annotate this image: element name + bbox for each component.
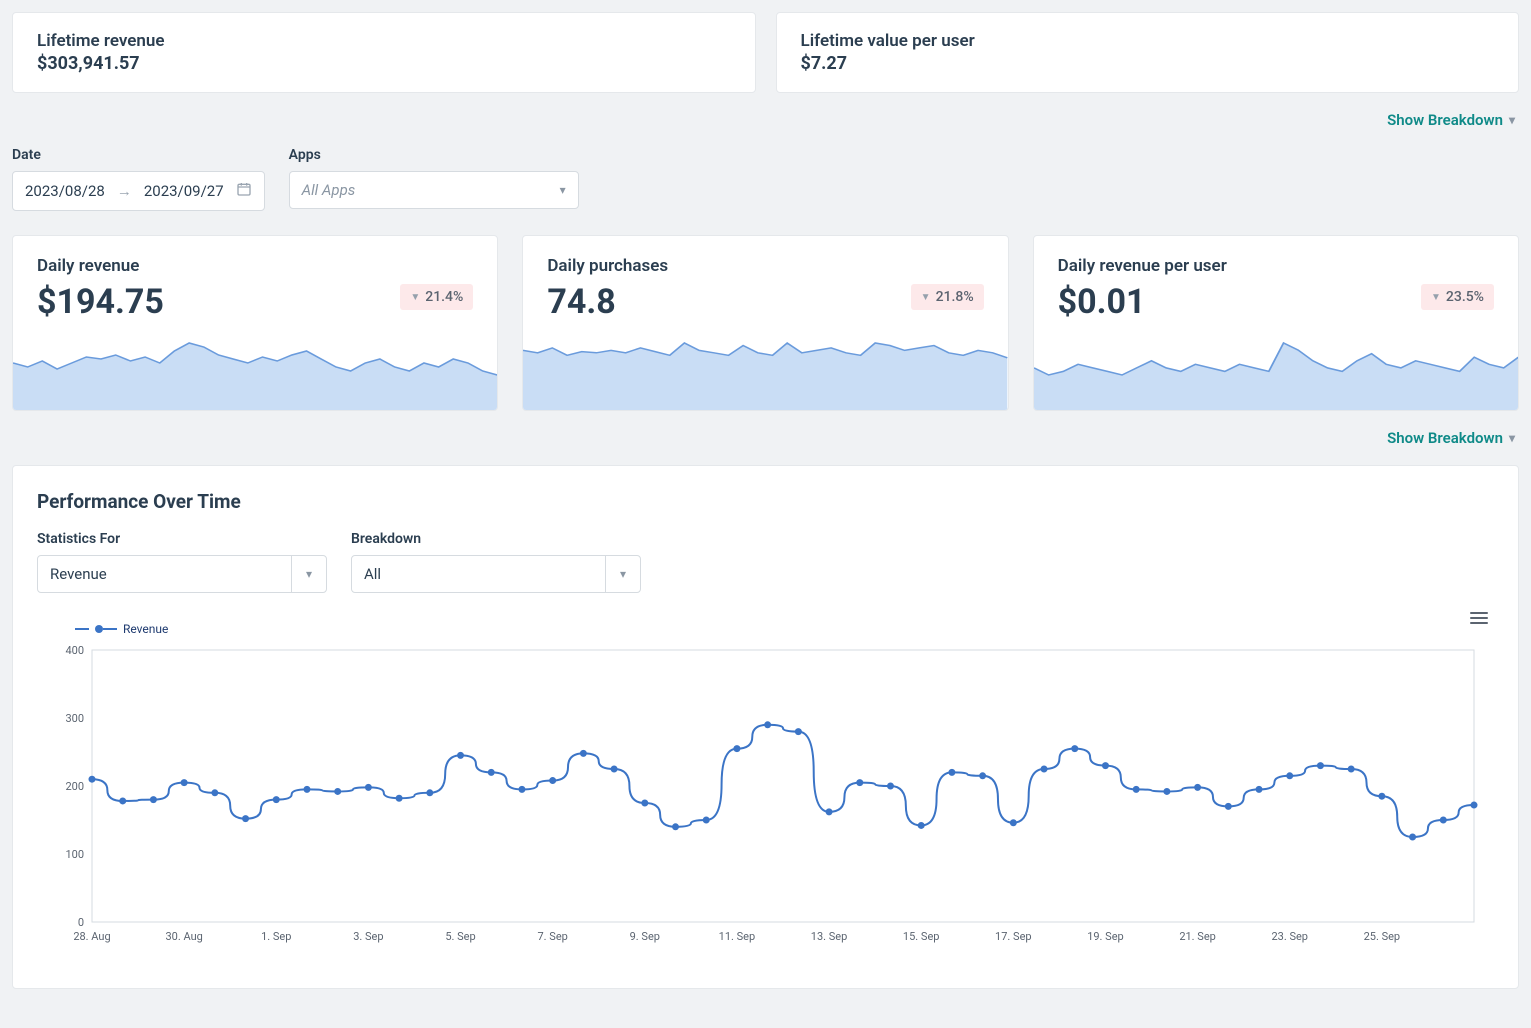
daily-purchases-value: 74.8 (547, 282, 668, 322)
daily-revenue-delta: ▼ 21.4% (400, 284, 473, 310)
daily-revenue-delta-value: 21.4% (425, 289, 463, 305)
date-end: 2023/09/27 (144, 182, 224, 200)
svg-text:17. Sep: 17. Sep (995, 930, 1032, 943)
apps-value: All Apps (302, 181, 356, 199)
svg-text:7. Sep: 7. Sep (537, 930, 567, 943)
daily-rpu-label: Daily revenue per user (1058, 256, 1227, 276)
date-start: 2023/08/28 (25, 182, 105, 200)
lvpu-value: $7.27 (801, 53, 1495, 74)
daily-purchases-sparkline (523, 340, 1007, 410)
daily-revenue-card: Daily revenue $194.75 ▼ 21.4% (12, 235, 498, 411)
daily-revenue-sparkline (13, 340, 497, 410)
chart-menu-button[interactable] (1470, 609, 1488, 627)
lifetime-revenue-card: Lifetime revenue $303,941.57 (12, 12, 756, 93)
lifetime-value-per-user-card: Lifetime value per user $7.27 (776, 12, 1520, 93)
lifetime-revenue-label: Lifetime revenue (37, 31, 731, 51)
breakdown-filter: Breakdown All ▾ (351, 531, 641, 593)
daily-rpu-value: $0.01 (1058, 282, 1227, 322)
triangle-down-icon: ▼ (1431, 292, 1441, 303)
triangle-down-icon: ▼ (410, 292, 420, 303)
breakdown-select[interactable]: All ▾ (351, 555, 641, 593)
daily-revenue-label: Daily revenue (37, 256, 164, 276)
svg-text:300: 300 (65, 712, 84, 725)
performance-chart: 0 100 200 300 400 28. Aug 30. Aug 1. Sep 3. Sep 5… (37, 640, 1494, 960)
apps-filter: Apps All Apps ▾ (289, 147, 579, 211)
svg-text:1. Sep: 1. Sep (261, 930, 291, 943)
statistics-for-select[interactable]: Revenue ▾ (37, 555, 327, 593)
chevron-down-icon: ▾ (606, 567, 640, 581)
legend-label: Revenue (123, 622, 168, 636)
daily-purchases-delta: ▼ 21.8% (911, 284, 984, 310)
daily-rpu-card: Daily revenue per user $0.01 ▼ 23.5% (1033, 235, 1519, 411)
show-breakdown-label-2: Show Breakdown (1387, 429, 1503, 447)
date-range-input[interactable]: 2023/08/28 → 2023/09/27 (12, 171, 265, 211)
statistics-for-label: Statistics For (37, 531, 327, 547)
svg-text:100: 100 (65, 848, 84, 861)
svg-text:11. Sep: 11. Sep (719, 930, 756, 943)
daily-revenue-value: $194.75 (37, 282, 164, 322)
svg-text:200: 200 (65, 780, 84, 793)
svg-text:9. Sep: 9. Sep (630, 930, 660, 943)
lvpu-label: Lifetime value per user (801, 31, 1495, 51)
show-breakdown-link[interactable]: Show Breakdown ▾ (1387, 111, 1515, 129)
svg-text:21. Sep: 21. Sep (1179, 930, 1216, 943)
svg-text:15. Sep: 15. Sep (903, 930, 940, 943)
performance-title: Performance Over Time (37, 490, 1494, 513)
daily-rpu-delta-value: 23.5% (1446, 289, 1484, 305)
svg-text:25. Sep: 25. Sep (1364, 930, 1401, 943)
arrow-right-icon: → (117, 182, 132, 200)
chevron-down-icon: ▾ (560, 183, 566, 197)
chevron-down-icon: ▾ (292, 567, 326, 581)
daily-purchases-label: Daily purchases (547, 256, 668, 276)
daily-purchases-card: Daily purchases 74.8 ▼ 21.8% (522, 235, 1008, 411)
daily-rpu-delta: ▼ 23.5% (1421, 284, 1494, 310)
svg-text:28. Aug: 28. Aug (73, 930, 110, 943)
svg-text:3. Sep: 3. Sep (353, 930, 383, 943)
svg-text:5. Sep: 5. Sep (445, 930, 475, 943)
breakdown-select-label: Breakdown (351, 531, 641, 547)
statistics-for-value: Revenue (38, 556, 291, 592)
chevron-down-icon: ▾ (1509, 431, 1515, 445)
performance-card: Performance Over Time Statistics For Rev… (12, 465, 1519, 989)
breakdown-value: All (352, 556, 605, 592)
svg-text:23. Sep: 23. Sep (1271, 930, 1308, 943)
daily-purchases-delta-value: 21.8% (936, 289, 974, 305)
chart-legend[interactable]: Revenue (75, 622, 168, 636)
show-breakdown-label: Show Breakdown (1387, 111, 1503, 129)
svg-text:30. Aug: 30. Aug (165, 930, 202, 943)
daily-rpu-sparkline (1034, 340, 1518, 410)
date-filter: Date 2023/08/28 → 2023/09/27 (12, 147, 265, 211)
apps-label: Apps (289, 147, 579, 163)
calendar-icon (236, 181, 252, 201)
apps-select[interactable]: All Apps ▾ (289, 171, 579, 209)
date-label: Date (12, 147, 265, 163)
chevron-down-icon: ▾ (1509, 113, 1515, 127)
svg-text:13. Sep: 13. Sep (811, 930, 848, 943)
triangle-down-icon: ▼ (921, 292, 931, 303)
svg-text:0: 0 (78, 916, 84, 929)
lifetime-revenue-value: $303,941.57 (37, 53, 731, 74)
svg-text:19. Sep: 19. Sep (1087, 930, 1124, 943)
statistics-for-filter: Statistics For Revenue ▾ (37, 531, 327, 593)
show-breakdown-link-2[interactable]: Show Breakdown ▾ (1387, 429, 1515, 447)
svg-text:400: 400 (65, 644, 84, 657)
